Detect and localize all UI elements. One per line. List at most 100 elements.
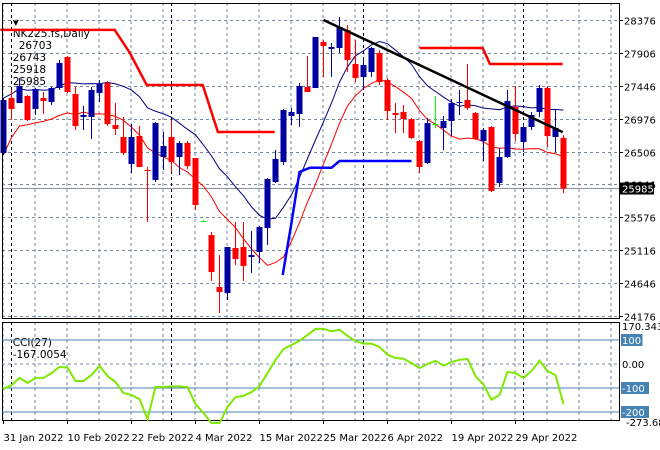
candle-body <box>32 88 39 110</box>
candle-body <box>264 178 271 228</box>
candle-body <box>448 103 455 121</box>
candle <box>40 91 47 115</box>
resistance-step-line <box>0 28 275 134</box>
resistance-step-line <box>419 46 563 66</box>
candle-body <box>232 247 239 259</box>
candle-body <box>472 113 479 139</box>
price-axis-label: 27446 <box>624 83 656 94</box>
cci-min-label: -273.680 <box>626 418 660 429</box>
date-axis-label: 25 Mar 2022 <box>324 433 387 444</box>
candle-body <box>384 79 391 111</box>
candle <box>312 36 319 89</box>
candle-body <box>456 101 463 104</box>
price-chart[interactable]: 2837627906274462697626506260462557625116… <box>0 0 660 450</box>
price-axis-label: 27906 <box>624 50 656 61</box>
candle <box>64 56 71 94</box>
candle-body <box>392 113 399 116</box>
candle <box>104 80 111 126</box>
candle <box>488 125 495 193</box>
candle-body <box>376 52 383 83</box>
candle-body <box>464 99 471 109</box>
candle-body <box>200 220 207 222</box>
price-axis-label: 25576 <box>624 214 656 225</box>
candle <box>528 111 535 131</box>
candle <box>424 117 431 164</box>
candle-body <box>168 136 175 163</box>
candle <box>80 105 87 131</box>
candle-body <box>48 88 55 102</box>
candle <box>240 221 247 281</box>
candle <box>208 231 215 281</box>
candle <box>336 16 343 53</box>
main-panel-frame <box>2 3 620 319</box>
candle-body <box>416 141 423 168</box>
candle <box>440 115 447 150</box>
candle-body <box>336 26 343 48</box>
candle-body <box>480 130 487 142</box>
candle-body <box>536 88 543 112</box>
candle <box>72 86 79 131</box>
candle <box>328 42 335 78</box>
cci-max-label: 170.3435 <box>622 322 660 333</box>
trendline <box>322 18 564 134</box>
candle-body <box>272 158 279 183</box>
price-axis-label: 25116 <box>624 247 656 258</box>
candle-body <box>176 142 183 158</box>
candle-body <box>280 109 287 163</box>
date-axis-label: 15 Mar 2022 <box>260 433 323 444</box>
candle <box>200 219 207 222</box>
candle <box>24 94 31 121</box>
candle <box>272 149 279 184</box>
candle <box>360 59 367 90</box>
candle-body <box>496 157 503 184</box>
candle <box>288 108 295 126</box>
candle-body <box>208 235 215 273</box>
candle <box>384 78 391 121</box>
candle-body <box>248 254 255 258</box>
candle-body <box>144 169 151 171</box>
candle <box>512 85 519 142</box>
candle-body <box>560 137 567 189</box>
candle <box>392 103 399 133</box>
candle <box>56 59 63 90</box>
candle-body <box>56 62 63 89</box>
candle <box>232 221 239 265</box>
candle-body <box>88 89 95 117</box>
candle-body <box>304 86 311 92</box>
candle <box>48 86 55 105</box>
candle-body <box>352 63 359 79</box>
candle-body <box>136 136 143 168</box>
candle-body <box>24 95 31 121</box>
candle-body <box>216 287 223 292</box>
date-axis-label: 29 Apr 2022 <box>516 433 578 444</box>
candle-body <box>328 46 335 49</box>
candle <box>536 84 543 117</box>
date-axis-label: 22 Feb 2022 <box>132 433 194 444</box>
candle-body <box>40 98 47 101</box>
candle-body <box>424 122 431 163</box>
candle <box>136 125 143 168</box>
candle <box>88 86 95 139</box>
candle <box>352 40 359 83</box>
candle <box>456 89 463 116</box>
candle-body <box>120 136 127 153</box>
candle-body <box>152 122 159 180</box>
candle <box>480 127 487 162</box>
candle-body <box>224 247 231 294</box>
candle-body <box>440 120 447 128</box>
candle-body <box>368 47 375 73</box>
candle <box>16 78 23 104</box>
candle-body <box>360 64 367 78</box>
candle <box>216 254 223 314</box>
price-axis-label: 28376 <box>624 17 656 28</box>
candle-body <box>520 126 527 142</box>
candle <box>192 157 199 211</box>
candle <box>184 141 191 169</box>
candle <box>544 85 551 147</box>
candle <box>520 122 527 153</box>
candle-body <box>72 94 79 126</box>
candle-body <box>112 125 119 129</box>
candle-body <box>320 41 327 47</box>
candle <box>152 121 159 183</box>
date-axis-label: 6 Apr 2022 <box>388 433 443 444</box>
